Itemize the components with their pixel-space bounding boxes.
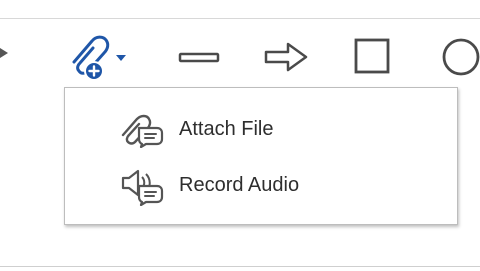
dropdown-arrow-icon	[0, 48, 8, 58]
line-tool-button[interactable]	[176, 40, 222, 74]
overflow-dropdown-button[interactable]	[0, 42, 14, 64]
record-audio-icon	[117, 168, 169, 211]
comment-toolbar	[0, 28, 480, 86]
menu-item-label: Record Audio	[179, 174, 300, 196]
rectangle-tool-button[interactable]	[352, 36, 394, 78]
menu-item-label: Attach File	[179, 118, 274, 140]
line-icon	[178, 52, 220, 63]
menu-item-attach-file[interactable]: Attach File	[65, 108, 457, 152]
menu-item-record-audio[interactable]: Record Audio	[65, 164, 457, 208]
attach-tool-button[interactable]	[60, 28, 132, 84]
top-divider	[0, 18, 480, 19]
bottom-divider	[0, 266, 480, 267]
chevron-down-icon	[116, 55, 126, 61]
attach-file-icon	[117, 112, 169, 153]
rectangle-icon	[354, 38, 390, 74]
ellipse-icon	[442, 38, 480, 76]
ellipse-tool-button[interactable]	[440, 34, 480, 78]
arrow-tool-button[interactable]	[262, 38, 310, 76]
attach-dropdown-menu: Attach File Record Audio	[64, 87, 458, 225]
attach-add-icon	[72, 35, 126, 81]
arrow-icon	[264, 42, 308, 72]
